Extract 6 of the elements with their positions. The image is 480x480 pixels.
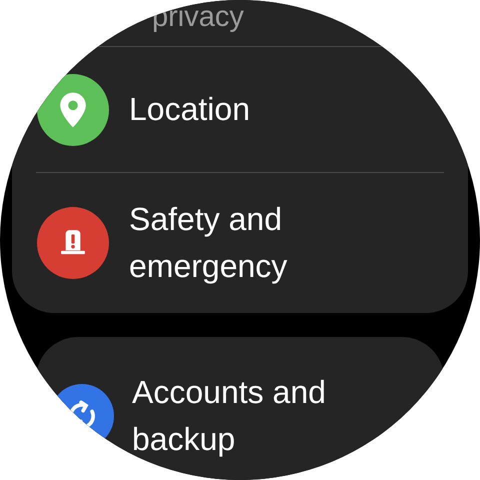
setting-label: Safety and emergency — [129, 200, 288, 286]
setting-label: Accounts and backup — [132, 373, 327, 459]
settings-item[interactable]: Safety and emergency — [12, 173, 468, 313]
setting-label: Location — [129, 90, 250, 129]
settings-item[interactable]: Accounts and backup — [36, 337, 444, 463]
settings-item[interactable]: Location — [12, 47, 468, 172]
